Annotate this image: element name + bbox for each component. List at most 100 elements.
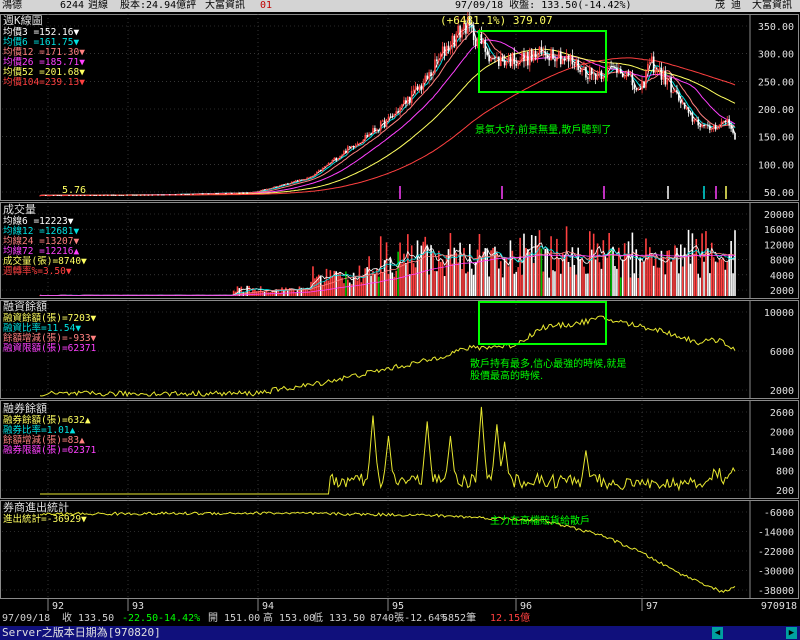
- candle-body: [519, 60, 521, 64]
- candle-body: [275, 186, 277, 188]
- candle-body: [405, 100, 407, 104]
- volume-bar: [306, 289, 308, 296]
- volume-bar: [619, 277, 622, 296]
- candle-body: [329, 162, 332, 164]
- candle-body: [544, 51, 547, 56]
- candle-body: [407, 96, 409, 104]
- candle-body: [441, 46, 444, 54]
- volume-bar: [408, 274, 411, 296]
- candle-body: [364, 134, 367, 140]
- candle-body: [498, 56, 500, 66]
- volume-bar: [691, 233, 694, 296]
- candle-body: [445, 45, 448, 56]
- candle-body: [159, 194, 161, 196]
- candle-body: [488, 54, 490, 62]
- flag-label: 01: [260, 0, 273, 11]
- broker-axis-label: -38000: [758, 586, 794, 597]
- candle-body: [114, 195, 117, 196]
- candle-body: [418, 85, 421, 91]
- candle-body: [548, 57, 550, 61]
- status-close: 收 133.50: [62, 613, 115, 624]
- candle-body: [434, 59, 436, 74]
- candle-body: [256, 191, 258, 193]
- volume-bar: [528, 251, 531, 296]
- candle-body: [105, 194, 107, 196]
- candle-body: [302, 179, 305, 181]
- candle-body: [592, 73, 595, 75]
- candle-body: [261, 189, 264, 191]
- volume-bar: [573, 264, 576, 296]
- volume-bar: [397, 251, 399, 296]
- volume-bar: [600, 268, 603, 296]
- stock-chart-window: 鴻德 6244 週線 股本:24.94億評 大富資訊 01 97/09/18 收…: [0, 0, 800, 640]
- candle-body: [635, 89, 638, 91]
- candle-body: [259, 190, 262, 192]
- volume-bar: [281, 287, 283, 296]
- candle-body: [534, 50, 537, 58]
- candle-body: [124, 194, 126, 196]
- candle-body: [228, 192, 231, 194]
- candle-body: [112, 194, 115, 196]
- volume-bar: [614, 265, 616, 296]
- status-low: 低 133.50: [313, 613, 366, 624]
- volume-bar: [726, 261, 729, 296]
- scroll-left-icon[interactable]: ◀: [712, 627, 723, 639]
- volume-bar: [629, 277, 632, 296]
- candle-body: [323, 166, 326, 168]
- candle-body: [420, 85, 423, 90]
- volume-bar: [484, 248, 487, 296]
- volume-bar: [716, 262, 719, 296]
- margin-balance-line: [39, 315, 736, 398]
- candle-body: [459, 25, 461, 38]
- candle-body: [573, 64, 576, 66]
- volume-bar: [596, 243, 599, 296]
- candle-body: [679, 100, 682, 104]
- margin-frame: [0, 300, 799, 399]
- candle-body: [587, 77, 589, 79]
- highlight-box-margin: [478, 301, 607, 345]
- low-label: 5.76: [62, 185, 86, 196]
- candle-body: [368, 133, 370, 137]
- status-pct: -14.42%: [158, 613, 201, 624]
- candle-body: [650, 56, 653, 63]
- candle-body: [486, 51, 489, 55]
- candle-body: [581, 68, 583, 72]
- volume-bar: [643, 262, 645, 296]
- candle-body: [347, 146, 349, 154]
- candle-body: [538, 46, 541, 55]
- period-mode[interactable]: 週線: [88, 0, 108, 12]
- candle-body: [296, 180, 299, 182]
- candle-body: [110, 194, 113, 196]
- candle-body: [95, 195, 97, 196]
- candle-body: [335, 157, 337, 161]
- volume-bar: [474, 261, 477, 296]
- candle-body: [728, 119, 730, 126]
- volume-bar: [556, 238, 558, 296]
- volume-bar: [548, 277, 550, 296]
- candle-body: [627, 72, 630, 75]
- margin-legend: 融資餘額(張)=7203▼融資比率=11.54▼餘額增減(張)=-933▼融資限…: [3, 312, 97, 354]
- candle-body: [641, 81, 643, 90]
- volume-bar: [645, 238, 647, 296]
- kline-legend: 均價3 =152.16▼均價6 =161.75▼均價12 =171.30▼均價2…: [3, 26, 85, 88]
- candle-body: [623, 77, 626, 78]
- volume-bar: [734, 230, 736, 296]
- volume-bar: [339, 272, 341, 296]
- candle-body: [412, 89, 415, 91]
- candle-body: [298, 179, 301, 182]
- volume-bar: [724, 269, 727, 296]
- candle-body: [213, 193, 216, 195]
- volume-bar: [695, 238, 698, 296]
- candle-body: [552, 49, 554, 60]
- scroll-right-icon[interactable]: ▶: [786, 627, 797, 639]
- candle-body: [453, 35, 456, 47]
- volume-bar: [583, 266, 585, 296]
- volume-bar: [678, 273, 680, 296]
- stock-name-right: 茂 迪: [715, 0, 742, 11]
- volume-bar: [395, 270, 398, 296]
- candle-body: [199, 193, 202, 195]
- candle-body: [432, 73, 434, 76]
- candle-body: [304, 179, 307, 181]
- volume-bar: [467, 271, 469, 296]
- short-panel-title: 融券餘額: [3, 401, 47, 415]
